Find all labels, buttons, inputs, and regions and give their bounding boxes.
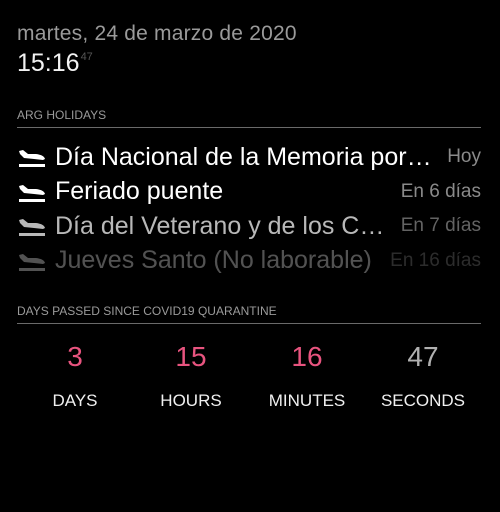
counter-days: 3 DAYS: [17, 335, 133, 411]
counter-seconds: 47 SECONDS: [365, 335, 481, 411]
clock-seconds: 47: [80, 51, 93, 63]
counter-hours: 15 HOURS: [133, 335, 249, 411]
event-title: Día del Veterano y de los Caídos en la G…: [55, 211, 389, 240]
airplane-landing-icon: [19, 150, 45, 168]
counter-minutes: 16 MINUTES: [249, 335, 365, 411]
clock-time: 15:1647: [17, 49, 93, 78]
event-time: En 7 días: [400, 215, 481, 237]
quarantine-counter: 3 DAYS 15 HOURS 16 MINUTES 47 SECONDS: [17, 335, 481, 411]
hours-label: HOURS: [160, 391, 222, 410]
list-item: Día del Veterano y de los Caídos en la G…: [17, 209, 481, 244]
mirror-screen: martes, 24 de marzo de 2020 15:1647 ARG …: [0, 0, 500, 512]
list-item: Día Nacional de la Memoria por la Verdad…: [17, 140, 481, 175]
seconds-label: SECONDS: [380, 391, 466, 410]
countdown-header: DAYS PASSED SINCE COVID19 QUARANTINE: [17, 304, 481, 324]
event-title: Feriado puente: [55, 177, 224, 206]
event-time: En 6 días: [400, 180, 481, 202]
holiday-list: Día Nacional de la Memoria por la Verdad…: [17, 140, 481, 278]
minutes-label: MINUTES: [268, 391, 346, 410]
hours-value: 15: [175, 341, 207, 372]
airplane-landing-icon: [19, 219, 45, 237]
clock-date: martes, 24 de marzo de 2020: [17, 22, 297, 45]
minutes-value: 16: [291, 341, 323, 372]
event-time: Hoy: [447, 146, 481, 168]
event-title: Jueves Santo (No laborable): [55, 246, 372, 275]
event-time: En 16 días: [390, 249, 481, 271]
holidays-header: ARG HOLIDAYS: [17, 108, 481, 128]
airplane-landing-icon: [19, 253, 45, 271]
clock-hours-minutes: 15:16: [17, 49, 80, 77]
airplane-landing-icon: [19, 184, 45, 202]
list-item: Feriado puente En 6 días: [17, 175, 481, 210]
event-title: Día Nacional de la Memoria por la Verdad…: [55, 142, 435, 171]
days-label: DAYS: [52, 391, 98, 410]
days-value: 3: [67, 341, 83, 372]
seconds-value: 47: [407, 341, 439, 372]
list-item: Jueves Santo (No laborable) En 16 días: [17, 244, 481, 279]
